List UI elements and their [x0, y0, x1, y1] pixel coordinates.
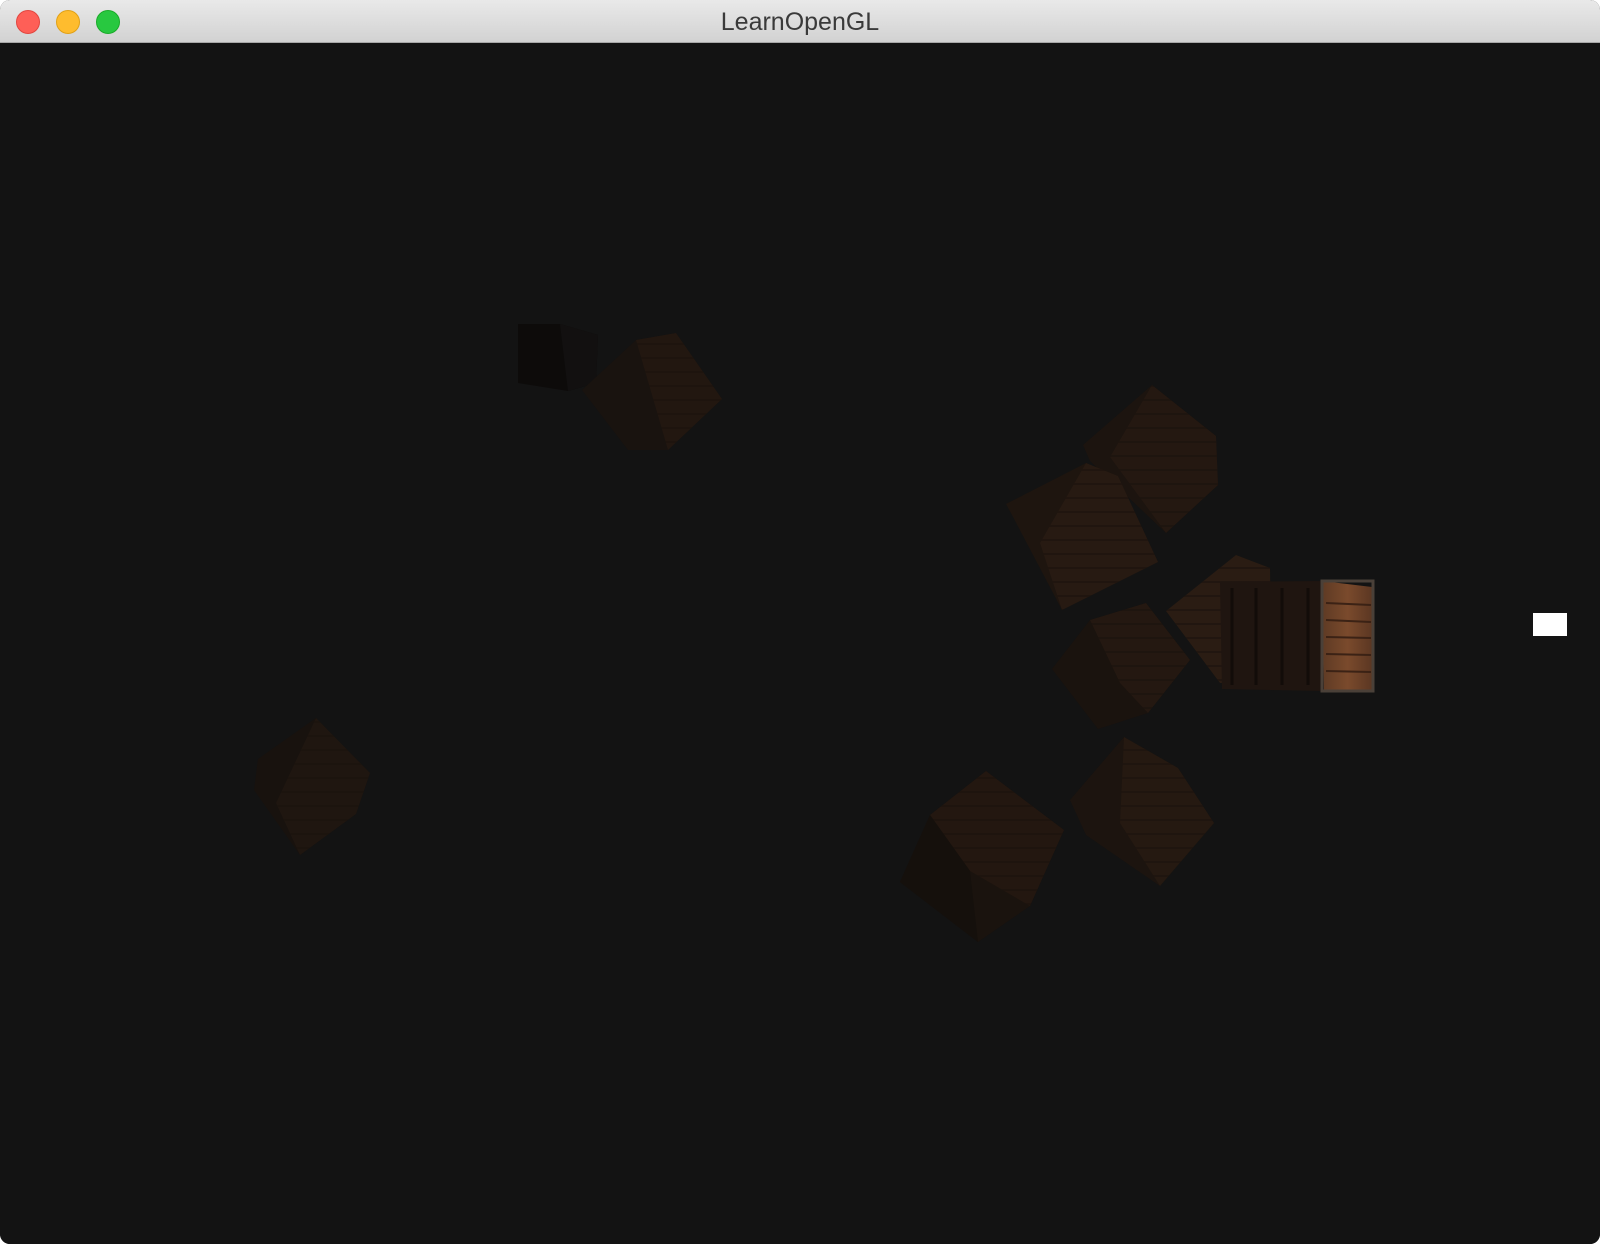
crate: [582, 333, 722, 450]
opengl-viewport[interactable]: [0, 43, 1600, 1244]
app-window: LearnOpenGL: [0, 0, 1600, 1244]
light-source-cube: [1533, 613, 1567, 636]
window-title: LearnOpenGL: [720, 8, 880, 36]
crate: [254, 718, 370, 855]
crate: [1052, 603, 1190, 729]
title-bar[interactable]: LearnOpenGL: [0, 0, 1600, 43]
crate: [1070, 737, 1214, 886]
lit-crate: [1220, 579, 1375, 693]
crate: [518, 324, 598, 391]
crate: [900, 771, 1064, 942]
scene-canvas: [254, 324, 1567, 942]
